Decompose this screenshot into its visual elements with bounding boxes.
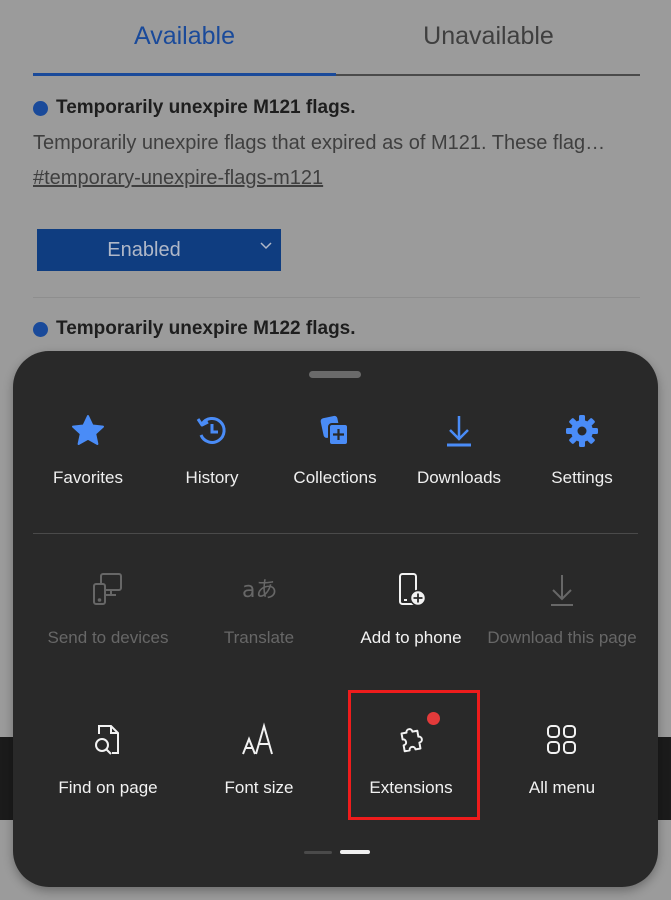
flag-title-text: Temporarily unexpire M122 flags. — [56, 318, 356, 339]
quick-action-settings[interactable]: Settings — [520, 411, 644, 488]
flag-title-text: Temporarily unexpire M121 flags. — [56, 97, 356, 118]
quick-actions-row: Favorites History Collections Downloads — [13, 411, 658, 511]
flag-select-value: Enabled — [107, 238, 181, 261]
flag-anchor-link[interactable]: #temporary-unexpire-flags-m121 — [33, 167, 323, 190]
menu-item-find-on-page[interactable]: Find on page — [33, 720, 183, 798]
send-to-devices-icon — [88, 570, 128, 610]
flag-status-dot — [33, 321, 48, 337]
menu-item-label: Add to phone — [360, 628, 462, 647]
menu-item-label: Font size — [224, 778, 294, 797]
gear-icon — [562, 411, 602, 451]
page-dot-2-active[interactable] — [340, 850, 370, 854]
menu-item-label: Find on page — [58, 778, 158, 797]
quick-action-label: Downloads — [416, 468, 502, 487]
grid-icon — [542, 720, 582, 760]
menu-item-label: Download this page — [487, 628, 637, 647]
svg-text:aあ: aあ — [242, 578, 277, 603]
tab-indicator-inactive — [336, 74, 640, 76]
menu-item-label: All menu — [528, 778, 596, 797]
download-icon — [439, 411, 479, 451]
quick-action-favorites[interactable]: Favorites — [26, 411, 150, 488]
section-divider — [33, 533, 638, 534]
tab-indicator-active — [33, 73, 336, 76]
tab-available[interactable]: Available — [33, 22, 336, 51]
menu-item-all-menu[interactable]: All menu — [487, 720, 637, 798]
quick-action-label: Settings — [551, 468, 613, 487]
extensions-highlight-box — [348, 690, 480, 820]
menu-bottom-sheet: Favorites History Collections Downloads — [13, 351, 658, 887]
page-indicator — [13, 850, 658, 855]
quick-action-downloads[interactable]: Downloads — [397, 411, 521, 488]
quick-action-label: Favorites — [53, 468, 123, 487]
collections-icon — [315, 411, 355, 451]
flag-state-select[interactable]: Enabled — [37, 229, 281, 271]
flag-title: Temporarily unexpire M122 flags. — [33, 318, 356, 340]
menu-item-download-this-page[interactable]: Download this page — [487, 570, 637, 648]
quick-action-label: Collections — [293, 468, 377, 487]
find-on-page-icon — [88, 720, 128, 760]
download-page-icon — [542, 570, 582, 610]
flag-title: Temporarily unexpire M121 flags. — [33, 97, 356, 119]
flags-tabs: Available Unavailable — [33, 0, 640, 77]
star-icon — [68, 411, 108, 451]
flag-status-dot — [33, 100, 48, 116]
menu-item-font-size[interactable]: Font size — [184, 720, 334, 798]
sheet-drag-handle[interactable] — [309, 371, 361, 378]
menu-item-translate[interactable]: aあ Translate — [184, 570, 334, 648]
add-to-phone-icon — [391, 570, 431, 610]
quick-action-label: History — [185, 468, 239, 487]
font-size-icon — [239, 720, 279, 760]
quick-action-history[interactable]: History — [150, 411, 274, 488]
menu-item-send-to-devices[interactable]: Send to devices — [33, 570, 183, 648]
flag-divider — [33, 297, 640, 298]
quick-action-collections[interactable]: Collections — [273, 411, 397, 488]
menu-item-add-to-phone[interactable]: Add to phone — [336, 570, 486, 648]
tab-unavailable[interactable]: Unavailable — [337, 22, 640, 51]
menu-item-label: Translate — [223, 628, 295, 647]
history-icon — [192, 411, 232, 451]
flag-description: Temporarily unexpire flags that expired … — [33, 132, 606, 154]
translate-icon: aあ — [239, 570, 279, 610]
page-dot-1[interactable] — [304, 851, 332, 854]
menu-item-label: Send to devices — [47, 628, 169, 647]
chevron-down-icon — [259, 238, 273, 252]
